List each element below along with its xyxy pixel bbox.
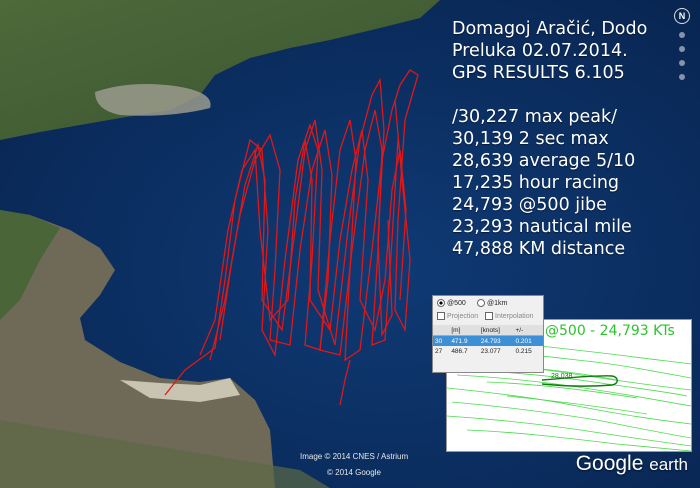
inset-marker-label: 28.038 <box>551 373 573 380</box>
inset-title: @500 - 24,793 KTs <box>545 323 675 339</box>
checkbox-icon[interactable] <box>485 312 493 320</box>
zoom-dot-icon[interactable] <box>679 60 685 66</box>
radio-1km-label: @1km <box>487 299 508 307</box>
navigation-controls[interactable]: N <box>674 8 690 80</box>
stat-jibe: 24,793 @500 jibe <box>452 195 607 215</box>
projection-label: Projection <box>447 312 479 320</box>
results-heading: GPS RESULTS 6.105 <box>452 63 625 83</box>
stat-nautical-mile: 23,293 nautical mile <box>452 217 632 237</box>
zoom-dot-icon[interactable] <box>679 32 685 38</box>
results-table[interactable]: [m] [knots] +/- 30 471.9 24.793 0.201 27… <box>433 325 543 356</box>
google-earth-logo: Google earth <box>576 452 688 476</box>
row-index: 30 <box>433 335 450 346</box>
stat-hour-racing: 17,235 hour racing <box>452 173 620 193</box>
location-date: Preluka 02.07.2014. <box>452 41 628 61</box>
radio-selected-icon[interactable] <box>437 299 445 307</box>
copyright-credit: © 2014 Google <box>327 468 381 477</box>
column-header-knots[interactable]: [knots] <box>478 325 514 336</box>
row-speed: 24.793 <box>478 335 514 346</box>
table-row[interactable]: 27 486.7 23.077 0.215 <box>433 346 543 356</box>
row-accuracy: 0.215 <box>515 347 532 355</box>
stat-max-peak: /30,227 max peak/ <box>452 107 618 127</box>
column-header-m[interactable]: [m] <box>449 325 479 336</box>
radio-1km[interactable]: @1km <box>477 299 507 307</box>
interpolation-checkbox[interactable]: Interpolation <box>485 312 534 320</box>
radio-icon[interactable] <box>477 299 485 307</box>
row-distance: 471.9 <box>449 335 479 346</box>
row-distance: 486.7 <box>451 347 468 355</box>
gps-results-panel[interactable]: @500 @1km Projection Interpolation [m] [… <box>432 295 544 373</box>
projection-checkbox[interactable]: Projection <box>437 312 478 320</box>
row-speed: 23.077 <box>480 347 501 355</box>
zoom-dot-icon[interactable] <box>679 46 685 52</box>
imagery-credit: Image © 2014 CNES / Astrium <box>300 452 409 461</box>
stat-average: 28,639 average 5/10 <box>452 151 636 171</box>
logo-earth-text: earth <box>649 455 688 474</box>
table-header: [m] [knots] +/- <box>433 325 543 336</box>
google-earth-view[interactable]: Domagoj Aračić, Dodo Preluka 02.07.2014.… <box>0 0 700 488</box>
interpolation-label: Interpolation <box>495 312 534 320</box>
results-overlay: Domagoj Aračić, Dodo Preluka 02.07.2014.… <box>452 18 692 260</box>
row-accuracy: 0.201 <box>513 335 543 346</box>
radio-500[interactable]: @500 <box>437 299 466 307</box>
rider-name: Domagoj Aračić, Dodo <box>452 19 648 39</box>
column-header-plus-minus[interactable]: +/- <box>513 325 543 336</box>
row-index: 27 <box>435 347 443 355</box>
stat-2-sec-max: 30,139 2 sec max <box>452 129 609 149</box>
stat-distance: 47,888 KM distance <box>452 239 626 259</box>
checkbox-icon[interactable] <box>437 312 445 320</box>
radio-500-label: @500 <box>447 299 466 307</box>
zoom-dot-icon[interactable] <box>679 74 685 80</box>
north-compass-icon[interactable]: N <box>674 8 690 24</box>
logo-google-text: Google <box>575 452 644 475</box>
table-row[interactable]: 30 471.9 24.793 0.201 <box>433 335 543 346</box>
